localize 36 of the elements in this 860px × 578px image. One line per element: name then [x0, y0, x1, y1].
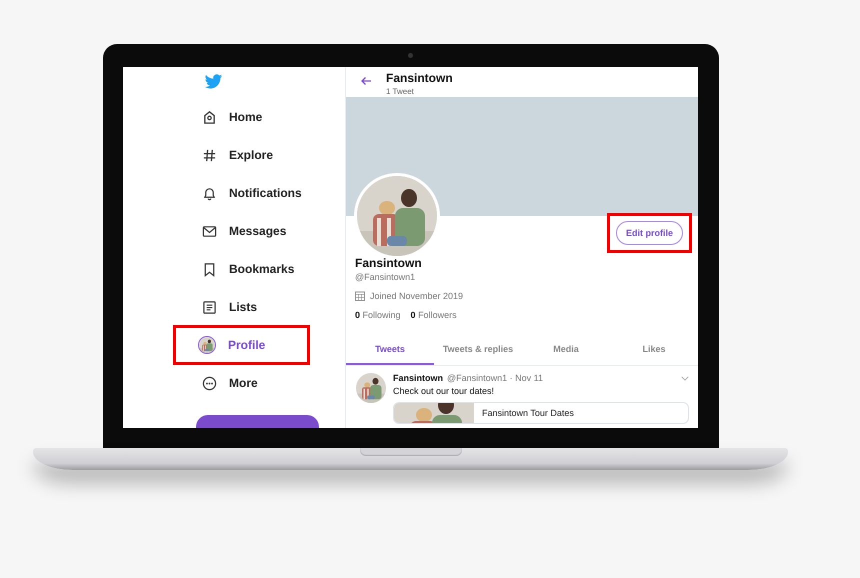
profile-tab[interactable]: Likes: [610, 334, 698, 365]
nav-item[interactable]: Notifications: [196, 182, 308, 204]
chevron-down-icon[interactable]: [681, 376, 689, 380]
profile-name: Fansintown: [355, 256, 423, 270]
bird-logo-icon: [204, 74, 223, 90]
profile-tab[interactable]: Tweets & replies: [434, 334, 522, 365]
nav-item[interactable]: Bookmarks: [196, 258, 300, 280]
back-arrow-icon[interactable]: [360, 76, 372, 86]
nav-item[interactable]: Home: [196, 106, 268, 128]
followers-link[interactable]: 0 Followers: [410, 310, 457, 320]
nav-item[interactable]: Profile: [176, 328, 308, 362]
calendar-icon: [355, 291, 365, 301]
profile-tab[interactable]: Tweets: [346, 334, 434, 365]
profile-tab[interactable]: Media: [522, 334, 610, 365]
tweet-author: Fansintown: [393, 373, 443, 383]
tweet-meta: @Fansintown1 · Nov 11: [447, 373, 544, 383]
bookmark-icon: [202, 262, 217, 276]
tweet-count: 1 Tweet: [386, 86, 415, 96]
joined-date: Joined November 2019: [370, 291, 464, 301]
edit-profile-button[interactable]: Edit profile: [616, 221, 683, 245]
list-icon: [202, 300, 217, 314]
camera-dot: [408, 53, 413, 58]
card-title: Fansintown Tour Dates: [482, 408, 574, 418]
bell-icon: [202, 186, 217, 200]
profile-handle: @Fansintown1: [355, 272, 416, 282]
more-icon: [202, 376, 217, 390]
nav-item[interactable]: Lists: [196, 296, 264, 318]
nav-item[interactable]: Explore: [196, 144, 280, 166]
header-title: Fansintown: [386, 70, 453, 84]
nav-item[interactable]: More: [196, 372, 264, 394]
following-link[interactable]: 0 Following: [355, 310, 401, 320]
home-icon: [202, 110, 217, 124]
envelope-icon: [202, 224, 217, 238]
nav-item[interactable]: Messages: [196, 220, 292, 242]
tweet-text: Check out our tour dates!: [393, 386, 496, 396]
hashtag-icon: [202, 148, 217, 162]
